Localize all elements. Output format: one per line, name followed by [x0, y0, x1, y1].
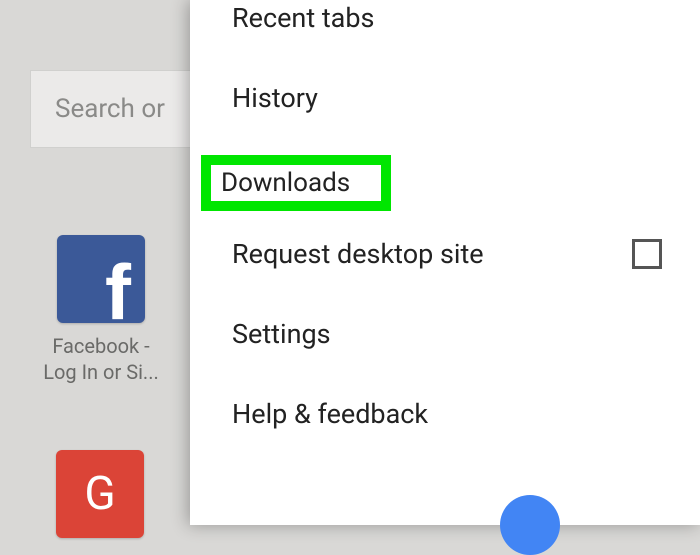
gmail-icon: G	[84, 467, 115, 521]
checkbox-unchecked-icon[interactable]	[632, 239, 662, 269]
menu-settings[interactable]: Settings	[190, 294, 700, 374]
menu-request-desktop-label: Request desktop site	[232, 238, 484, 270]
browser-menu: Recent tabs History Downloads Request de…	[190, 0, 700, 525]
menu-recent-tabs-label: Recent tabs	[232, 2, 374, 34]
partial-circle-icon	[500, 495, 560, 555]
menu-help-feedback-label: Help & feedback	[232, 398, 428, 430]
menu-downloads-label: Downloads	[221, 168, 350, 198]
menu-settings-label: Settings	[232, 318, 331, 350]
search-placeholder: Search or	[55, 94, 165, 124]
facebook-icon	[57, 235, 145, 323]
menu-downloads-highlighted[interactable]: Downloads	[201, 155, 391, 211]
menu-history[interactable]: History	[190, 58, 700, 138]
bookmark-facebook-label: Facebook - Log In or Si...	[43, 333, 159, 385]
menu-help-feedback[interactable]: Help & feedback	[190, 374, 700, 454]
menu-recent-tabs[interactable]: Recent tabs	[190, 0, 700, 58]
menu-history-label: History	[232, 82, 318, 114]
bookmark-facebook[interactable]: Facebook - Log In or Si...	[36, 235, 166, 385]
menu-request-desktop[interactable]: Request desktop site	[190, 214, 700, 294]
